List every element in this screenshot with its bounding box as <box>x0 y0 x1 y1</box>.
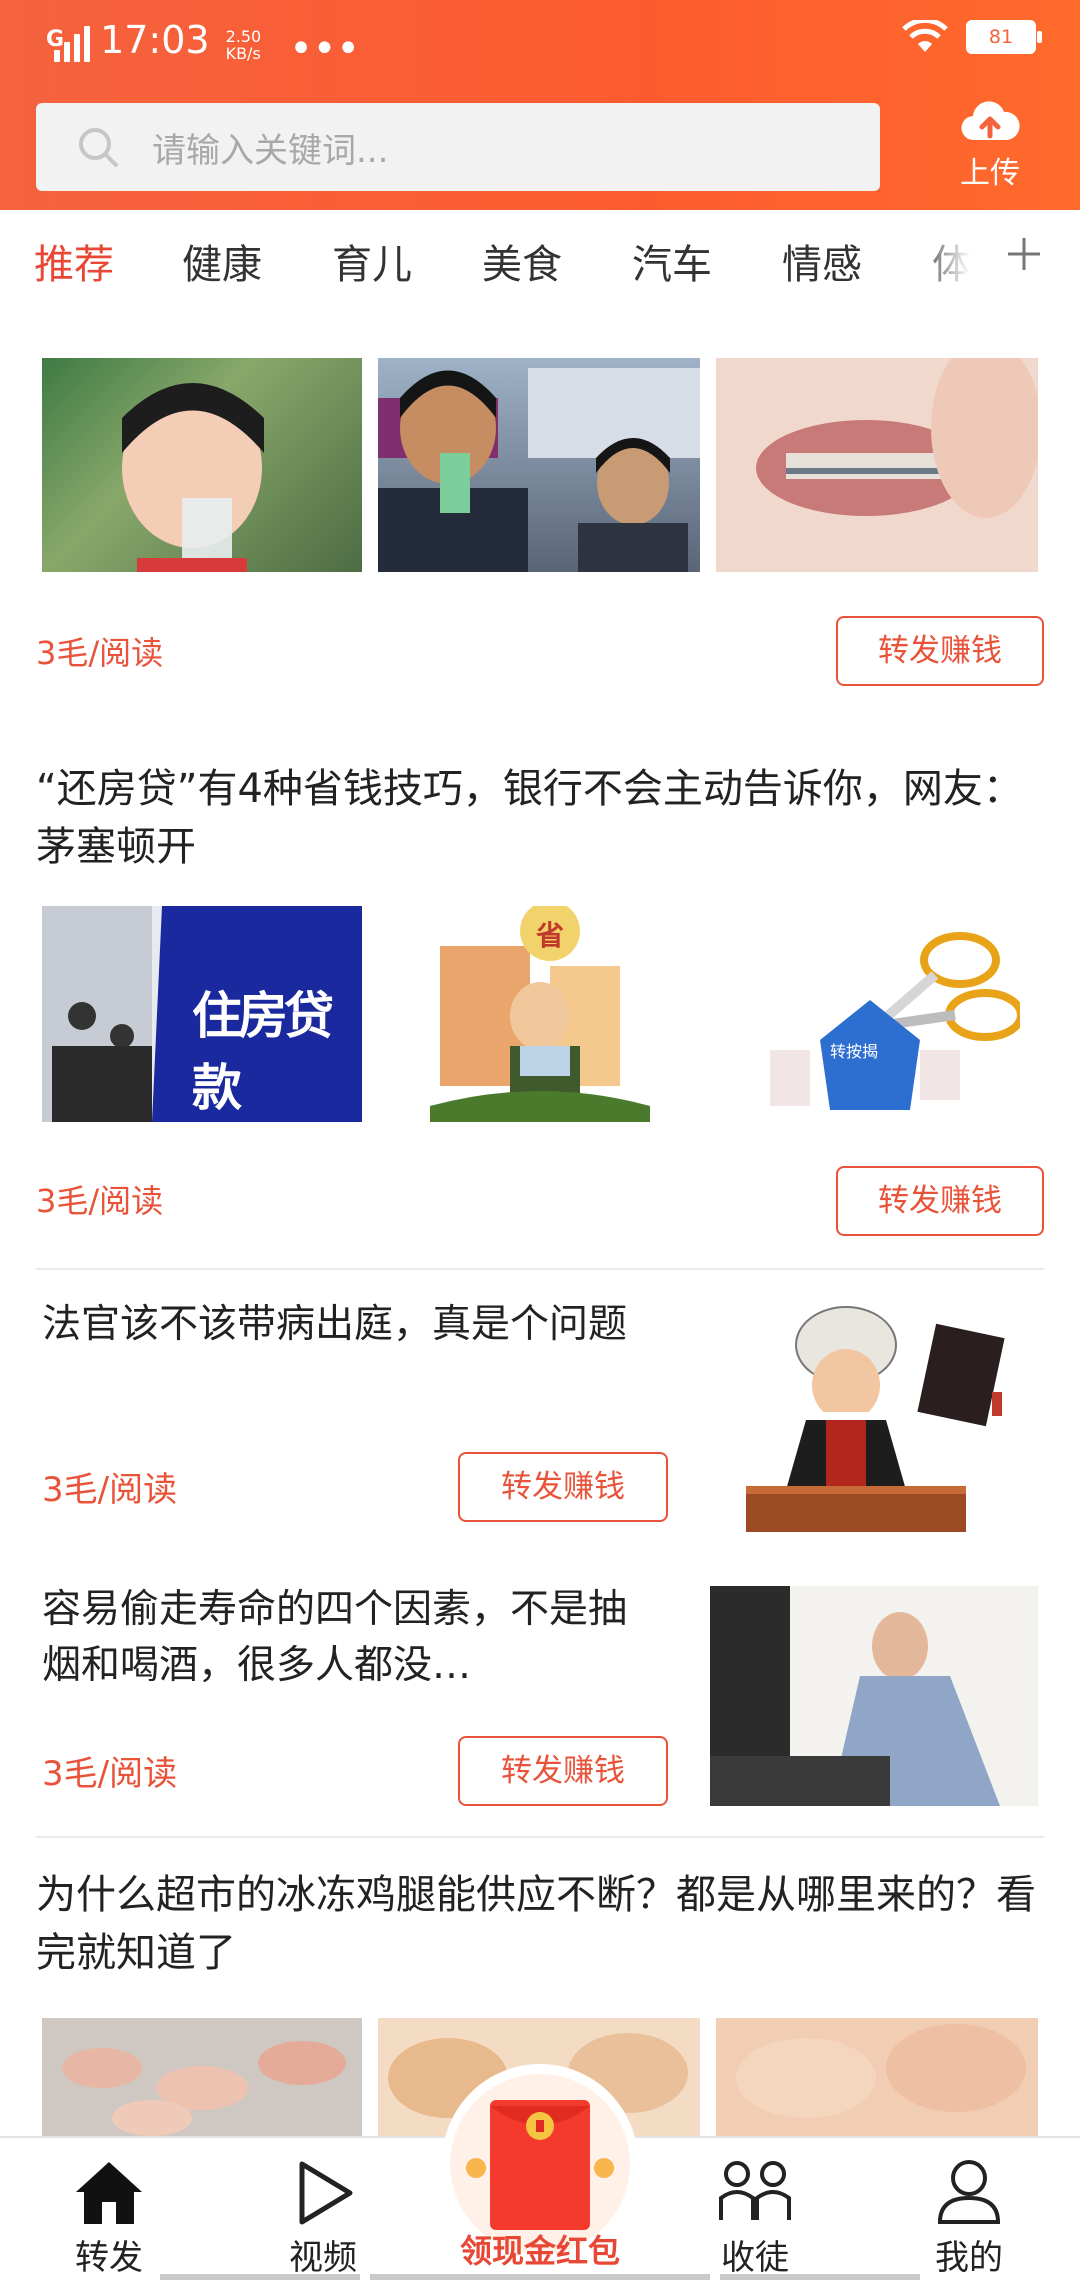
wifi-icon <box>902 20 948 52</box>
share-earn-button[interactable]: 转发赚钱 <box>836 1166 1044 1236</box>
article-image-cartoon-man: 省 <box>420 906 660 1122</box>
article-image-loan-banner: 住房贷款 <box>42 906 362 1122</box>
red-packet-label: 领现金红包 <box>459 2232 620 2270</box>
home-indicator-center <box>370 2274 710 2280</box>
share-earn-button[interactable]: 转发赚钱 <box>836 616 1044 686</box>
battery-indicator: 81 <box>966 20 1042 54</box>
house-text: 转按揭 <box>830 1042 879 1061</box>
category-tabs: 推荐 健康 育儿 美食 汽车 情感 体 <box>0 210 1080 308</box>
article-image-frozen-chicken <box>42 2018 362 2136</box>
sign-text: 省 <box>536 919 565 952</box>
network-speed: 2.50 KB/s <box>226 28 262 62</box>
tab-fade <box>914 210 994 308</box>
article-title: 为什么超市的冰冻鸡腿能供应不断？都是从哪里来的？看完就知道了 <box>36 1872 1036 1976</box>
share-earn-button[interactable]: 转发赚钱 <box>458 1452 668 1522</box>
cloud-upload-icon <box>961 101 1020 141</box>
speed-value: 2.50 <box>225 27 262 46</box>
reward-text: 3毛/阅读 <box>36 1182 164 1220</box>
search-placeholder: 请输入关键词... <box>152 131 389 171</box>
home-indicator-right <box>720 2274 920 2280</box>
tab-food[interactable]: 美食 <box>482 232 562 290</box>
divider <box>36 1268 1044 1270</box>
loan-banner-text: 住房贷款 <box>192 987 334 1117</box>
status-bar: G 17:03 2.50 KB/s ••• 81 <box>0 0 1080 86</box>
add-category-icon[interactable] <box>996 226 1052 282</box>
nav-income-label: 收徒 <box>721 2238 789 2278</box>
nav-share-label: 转发 <box>75 2238 143 2278</box>
nav-mine[interactable]: 我的 <box>894 2138 1044 2282</box>
reward-text: 3毛/阅读 <box>42 1470 178 1510</box>
nav-video-label: 视频 <box>289 2238 357 2278</box>
nav-video[interactable]: 视频 <box>248 2138 398 2282</box>
play-icon <box>299 2161 353 2225</box>
nav-share[interactable]: 转发 <box>34 2138 184 2282</box>
reward-text: 3毛/阅读 <box>36 634 164 672</box>
article-title: 容易偷走寿命的四个因素，不是抽烟和喝酒，很多人都没… <box>42 1587 628 1688</box>
tab-health[interactable]: 健康 <box>182 232 262 290</box>
more-notifications-icon: ••• <box>289 26 360 72</box>
tab-parenting[interactable]: 育儿 <box>332 232 412 290</box>
top-header: G 17:03 2.50 KB/s ••• 81 请输入关键词... 上传 <box>0 0 1080 210</box>
share-earn-button[interactable]: 转发赚钱 <box>458 1736 668 1806</box>
tab-emotion[interactable]: 情感 <box>782 232 862 290</box>
upload-label: 上传 <box>960 156 1020 191</box>
article-image-teeth <box>716 358 1038 572</box>
tab-recommend[interactable]: 推荐 <box>34 232 114 290</box>
nav-income[interactable]: 收徒 <box>680 2138 830 2282</box>
article-title: 法官该不该带病出庭，真是个问题 <box>42 1302 628 1347</box>
article-image-chicken-closeup <box>716 2018 1038 2136</box>
home-icon <box>76 2162 142 2224</box>
tab-cars[interactable]: 汽车 <box>632 232 712 290</box>
article-image-girl-drinking <box>42 358 362 572</box>
search-icon <box>79 128 118 167</box>
people-icon <box>719 2161 791 2220</box>
clock: 17:03 <box>100 18 210 62</box>
article-image-boys-drinking <box>378 358 700 572</box>
home-indicator-left <box>160 2274 360 2280</box>
speed-unit: KB/s <box>225 44 261 63</box>
divider <box>36 1836 1044 1838</box>
network-type: G <box>46 27 65 52</box>
article-image-judge-cartoon <box>746 1300 1026 1532</box>
article-title: “还房贷”有4种省钱技巧，银行不会主动告诉你，网友：茅塞顿开 <box>36 766 1023 870</box>
status-left: G 17:03 2.50 KB/s ••• <box>46 18 360 72</box>
nav-mine-label: 我的 <box>935 2238 1003 2278</box>
article-image-woman-pain <box>710 1586 1038 1806</box>
reward-text: 3毛/阅读 <box>42 1754 178 1794</box>
upload-button[interactable]: 上传 <box>948 100 1032 196</box>
article-image-scissors-house: 转按揭 <box>760 920 1020 1120</box>
search-input[interactable]: 请输入关键词... <box>36 103 880 191</box>
user-icon <box>937 2160 1001 2224</box>
status-right: 81 <box>902 20 1042 54</box>
